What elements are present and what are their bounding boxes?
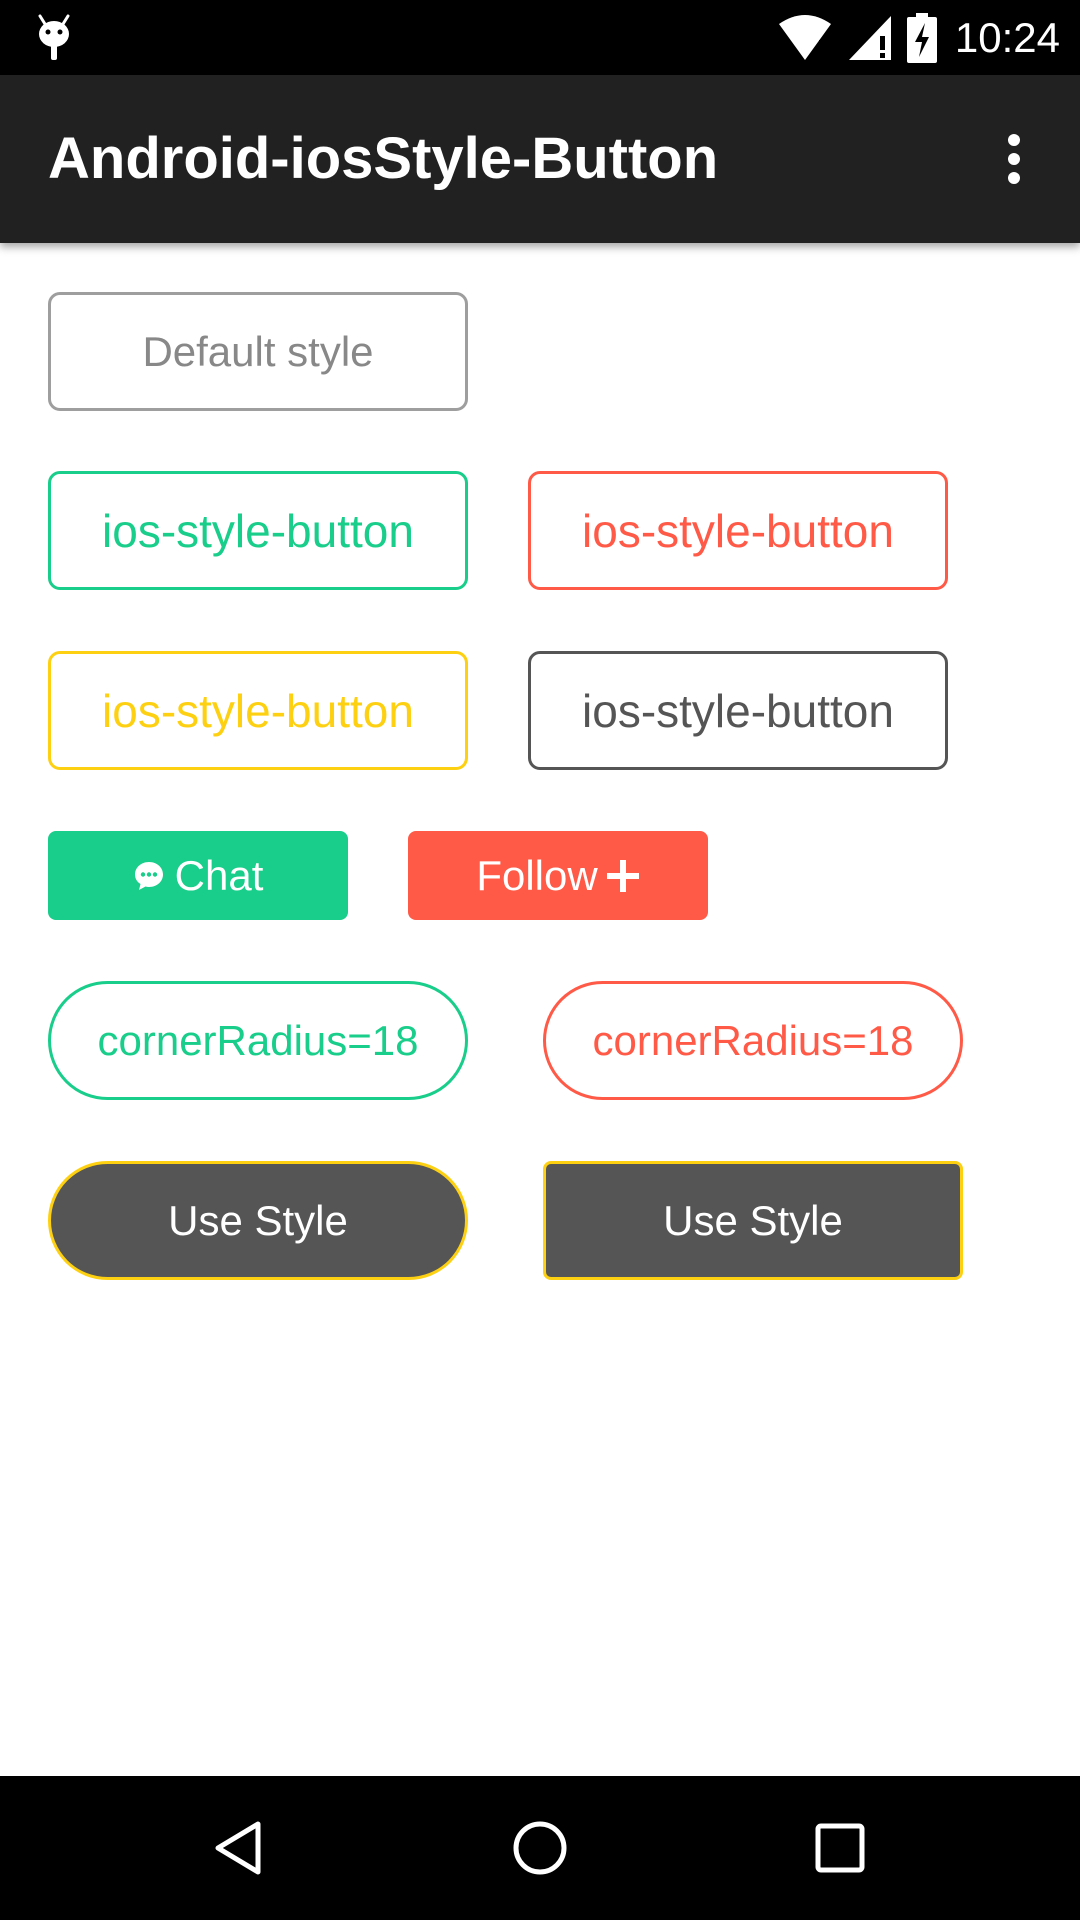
ios-style-button-gray-label: ios-style-button — [582, 684, 894, 737]
recents-glyph — [815, 1823, 865, 1873]
default-style-button[interactable]: Default style — [48, 292, 468, 411]
back-icon[interactable] — [190, 1798, 290, 1898]
corner-radius-red-label: cornerRadius=18 — [592, 1016, 914, 1064]
status-icons: 10:24 — [777, 0, 1060, 75]
use-style-button-square[interactable]: Use Style — [543, 1161, 963, 1280]
android-debug-icon — [38, 14, 70, 60]
use-style-button-round[interactable]: Use Style — [48, 1161, 468, 1280]
corner-radius-green-label: cornerRadius=18 — [97, 1016, 419, 1064]
ios-style-button-yellow[interactable]: ios-style-button — [48, 651, 468, 770]
status-time: 10:24 — [954, 13, 1060, 61]
ios-style-button-green[interactable]: ios-style-button — [48, 471, 468, 590]
plus-icon — [606, 859, 639, 892]
recents-icon[interactable] — [790, 1798, 890, 1898]
corner-radius-button-green[interactable]: cornerRadius=18 — [48, 981, 468, 1100]
ios-style-button-yellow-label: ios-style-button — [102, 684, 414, 737]
back-glyph — [215, 1821, 261, 1875]
use-style-round-label: Use Style — [168, 1196, 348, 1244]
signal-icon — [848, 15, 891, 60]
more-vert-icon[interactable] — [978, 123, 1050, 195]
navigation-bar — [0, 1776, 1080, 1920]
app-title: Android-iosStyle-Button — [48, 126, 719, 191]
battery-charging-icon — [906, 12, 937, 63]
use-style-square-label: Use Style — [663, 1196, 843, 1244]
home-icon[interactable] — [490, 1798, 590, 1898]
follow-label: Follow — [476, 851, 598, 899]
chat-button[interactable]: Chat — [48, 831, 348, 920]
button-showcase: Default style ios-style-button ios-style… — [0, 243, 1080, 1776]
follow-button[interactable]: Follow — [408, 831, 708, 920]
more-vert-glyph — [1008, 134, 1020, 184]
wifi-icon — [778, 14, 831, 62]
ios-style-button-green-label: ios-style-button — [102, 504, 414, 557]
corner-radius-button-red[interactable]: cornerRadius=18 — [543, 981, 963, 1100]
chat-label: Chat — [174, 851, 264, 899]
default-style-label: Default style — [142, 327, 374, 375]
ios-style-button-gray[interactable]: ios-style-button — [528, 651, 948, 770]
app-bar: Android-iosStyle-Button — [0, 75, 1080, 243]
chat-bubble-icon — [134, 861, 163, 890]
ios-style-button-red-label: ios-style-button — [582, 504, 894, 557]
status-bar: 10:24 — [0, 0, 1080, 75]
home-glyph — [513, 1821, 567, 1875]
ios-style-button-red[interactable]: ios-style-button — [528, 471, 948, 590]
